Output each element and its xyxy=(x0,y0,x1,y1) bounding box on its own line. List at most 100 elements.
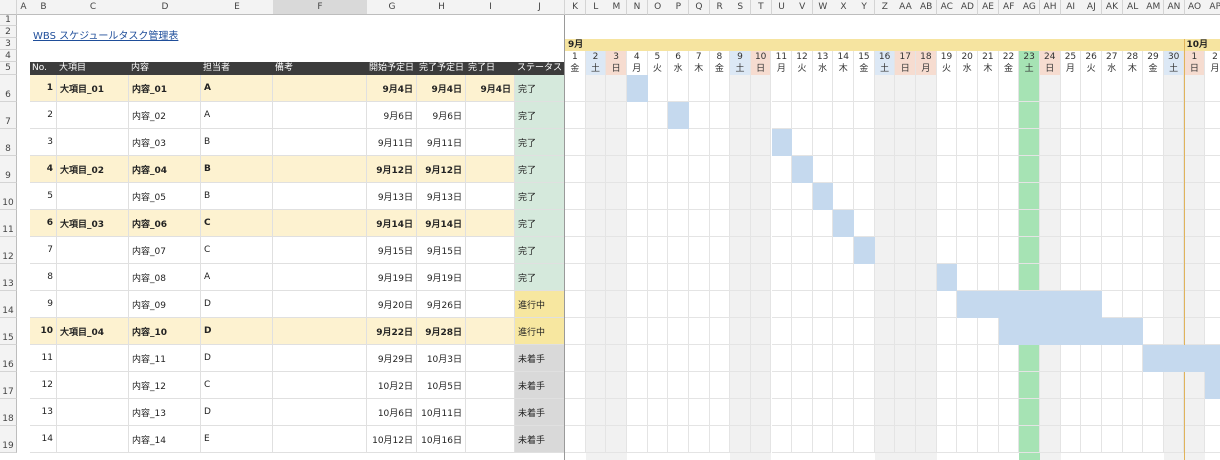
gantt-cell[interactable] xyxy=(936,75,958,102)
task-no[interactable]: 6 xyxy=(30,210,57,237)
gantt-cell[interactable] xyxy=(565,237,586,264)
gantt-cell[interactable] xyxy=(1143,156,1164,183)
gantt-cell[interactable] xyxy=(978,156,999,183)
gantt-cell[interactable] xyxy=(895,237,917,264)
task-no[interactable]: 12 xyxy=(30,372,57,399)
gantt-cell[interactable] xyxy=(750,318,772,345)
gantt-cell[interactable] xyxy=(647,399,669,426)
gantt-cell[interactable] xyxy=(771,75,793,102)
gantt-cell[interactable] xyxy=(854,156,875,183)
gantt-cell[interactable] xyxy=(1205,183,1220,210)
row-header-3[interactable]: 3 xyxy=(0,38,17,50)
gantt-cell[interactable] xyxy=(709,291,731,318)
task-major[interactable] xyxy=(57,183,129,210)
gantt-cell[interactable] xyxy=(1101,102,1123,129)
gantt-cell[interactable] xyxy=(1060,264,1082,291)
gantt-cell[interactable] xyxy=(1143,237,1164,264)
gantt-cell[interactable] xyxy=(585,372,607,399)
gantt-cell[interactable] xyxy=(916,156,937,183)
column-header-a[interactable]: A xyxy=(17,0,31,15)
task-start[interactable]: 9月4日 xyxy=(367,75,417,102)
gantt-cell[interactable] xyxy=(978,345,999,372)
task-owner[interactable]: D xyxy=(201,318,273,345)
gantt-cell[interactable] xyxy=(1163,237,1185,264)
gantt-cell[interactable] xyxy=(1019,102,1040,129)
gantt-cell[interactable] xyxy=(854,291,875,318)
gantt-cell[interactable] xyxy=(1081,345,1102,372)
column-header-an[interactable]: AN xyxy=(1163,0,1185,15)
task-no[interactable]: 7 xyxy=(30,237,57,264)
task-end[interactable]: 9月26日 xyxy=(417,291,466,318)
gantt-cell[interactable] xyxy=(998,183,1020,210)
gantt-cell[interactable] xyxy=(565,426,586,453)
task-owner[interactable]: A xyxy=(201,264,273,291)
task-status[interactable]: 完了 xyxy=(515,102,565,129)
gantt-cell[interactable] xyxy=(1205,210,1220,237)
gantt-cell[interactable] xyxy=(565,75,586,102)
gantt-cell[interactable] xyxy=(606,264,627,291)
gantt-cell[interactable] xyxy=(1039,237,1061,264)
gantt-cell[interactable] xyxy=(1039,102,1061,129)
gantt-cell[interactable] xyxy=(874,372,896,399)
gantt-cell[interactable] xyxy=(709,75,731,102)
gantt-cell[interactable] xyxy=(1060,426,1082,453)
gantt-cell[interactable] xyxy=(668,237,689,264)
gantt-cell[interactable] xyxy=(998,102,1020,129)
gantt-cell[interactable] xyxy=(626,237,648,264)
gantt-cell[interactable] xyxy=(565,156,586,183)
gantt-cell[interactable] xyxy=(1163,318,1185,345)
task-major[interactable]: 大項目_03 xyxy=(57,210,129,237)
gantt-cell[interactable] xyxy=(916,291,937,318)
gantt-cell[interactable] xyxy=(978,75,999,102)
gantt-cell[interactable] xyxy=(771,183,793,210)
task-note[interactable] xyxy=(273,210,367,237)
task-note[interactable] xyxy=(273,399,367,426)
gantt-cell[interactable] xyxy=(957,210,978,237)
gantt-cell[interactable] xyxy=(792,426,813,453)
gantt-cell[interactable] xyxy=(998,426,1020,453)
gantt-cell[interactable] xyxy=(812,156,834,183)
task-end[interactable]: 9月28日 xyxy=(417,318,466,345)
gantt-cell[interactable] xyxy=(936,102,958,129)
gantt-cell[interactable] xyxy=(978,264,999,291)
task-major[interactable] xyxy=(57,237,129,264)
column-header-x[interactable]: X xyxy=(833,0,855,15)
task-note[interactable] xyxy=(273,372,367,399)
gantt-cell[interactable] xyxy=(1184,318,1206,345)
gantt-cell[interactable] xyxy=(812,291,834,318)
gantt-cell[interactable] xyxy=(874,156,896,183)
gantt-cell[interactable] xyxy=(916,399,937,426)
gantt-cell[interactable] xyxy=(998,129,1020,156)
row-header-13[interactable]: 13 xyxy=(0,264,17,291)
column-header-f[interactable]: F xyxy=(273,0,368,15)
column-header-am[interactable]: AM xyxy=(1143,0,1165,15)
task-note[interactable] xyxy=(273,102,367,129)
gantt-cell[interactable] xyxy=(730,318,751,345)
task-note[interactable] xyxy=(273,183,367,210)
gantt-cell[interactable] xyxy=(1081,129,1102,156)
gantt-cell[interactable] xyxy=(1039,129,1061,156)
gantt-cell[interactable] xyxy=(688,210,710,237)
gantt-cell[interactable] xyxy=(874,129,896,156)
task-done[interactable]: 9月4日 xyxy=(466,75,515,102)
task-major[interactable] xyxy=(57,291,129,318)
gantt-cell[interactable] xyxy=(916,102,937,129)
gantt-cell[interactable] xyxy=(1101,156,1123,183)
task-major[interactable]: 大項目_01 xyxy=(57,75,129,102)
gantt-cell[interactable] xyxy=(771,318,793,345)
gantt-cell[interactable] xyxy=(998,345,1020,372)
gantt-cell[interactable] xyxy=(1184,291,1206,318)
select-all-corner[interactable] xyxy=(0,0,17,15)
task-owner[interactable]: A xyxy=(201,102,273,129)
gantt-cell[interactable] xyxy=(1019,129,1040,156)
gantt-cell[interactable] xyxy=(688,426,710,453)
task-no[interactable]: 14 xyxy=(30,426,57,453)
task-status[interactable]: 進行中 xyxy=(515,291,565,318)
task-major[interactable] xyxy=(57,399,129,426)
gantt-cell[interactable] xyxy=(647,210,669,237)
gantt-cell[interactable] xyxy=(1019,237,1040,264)
gantt-cell[interactable] xyxy=(1101,183,1123,210)
task-done[interactable] xyxy=(466,129,515,156)
task-owner[interactable]: B xyxy=(201,129,273,156)
gantt-cell[interactable] xyxy=(750,102,772,129)
